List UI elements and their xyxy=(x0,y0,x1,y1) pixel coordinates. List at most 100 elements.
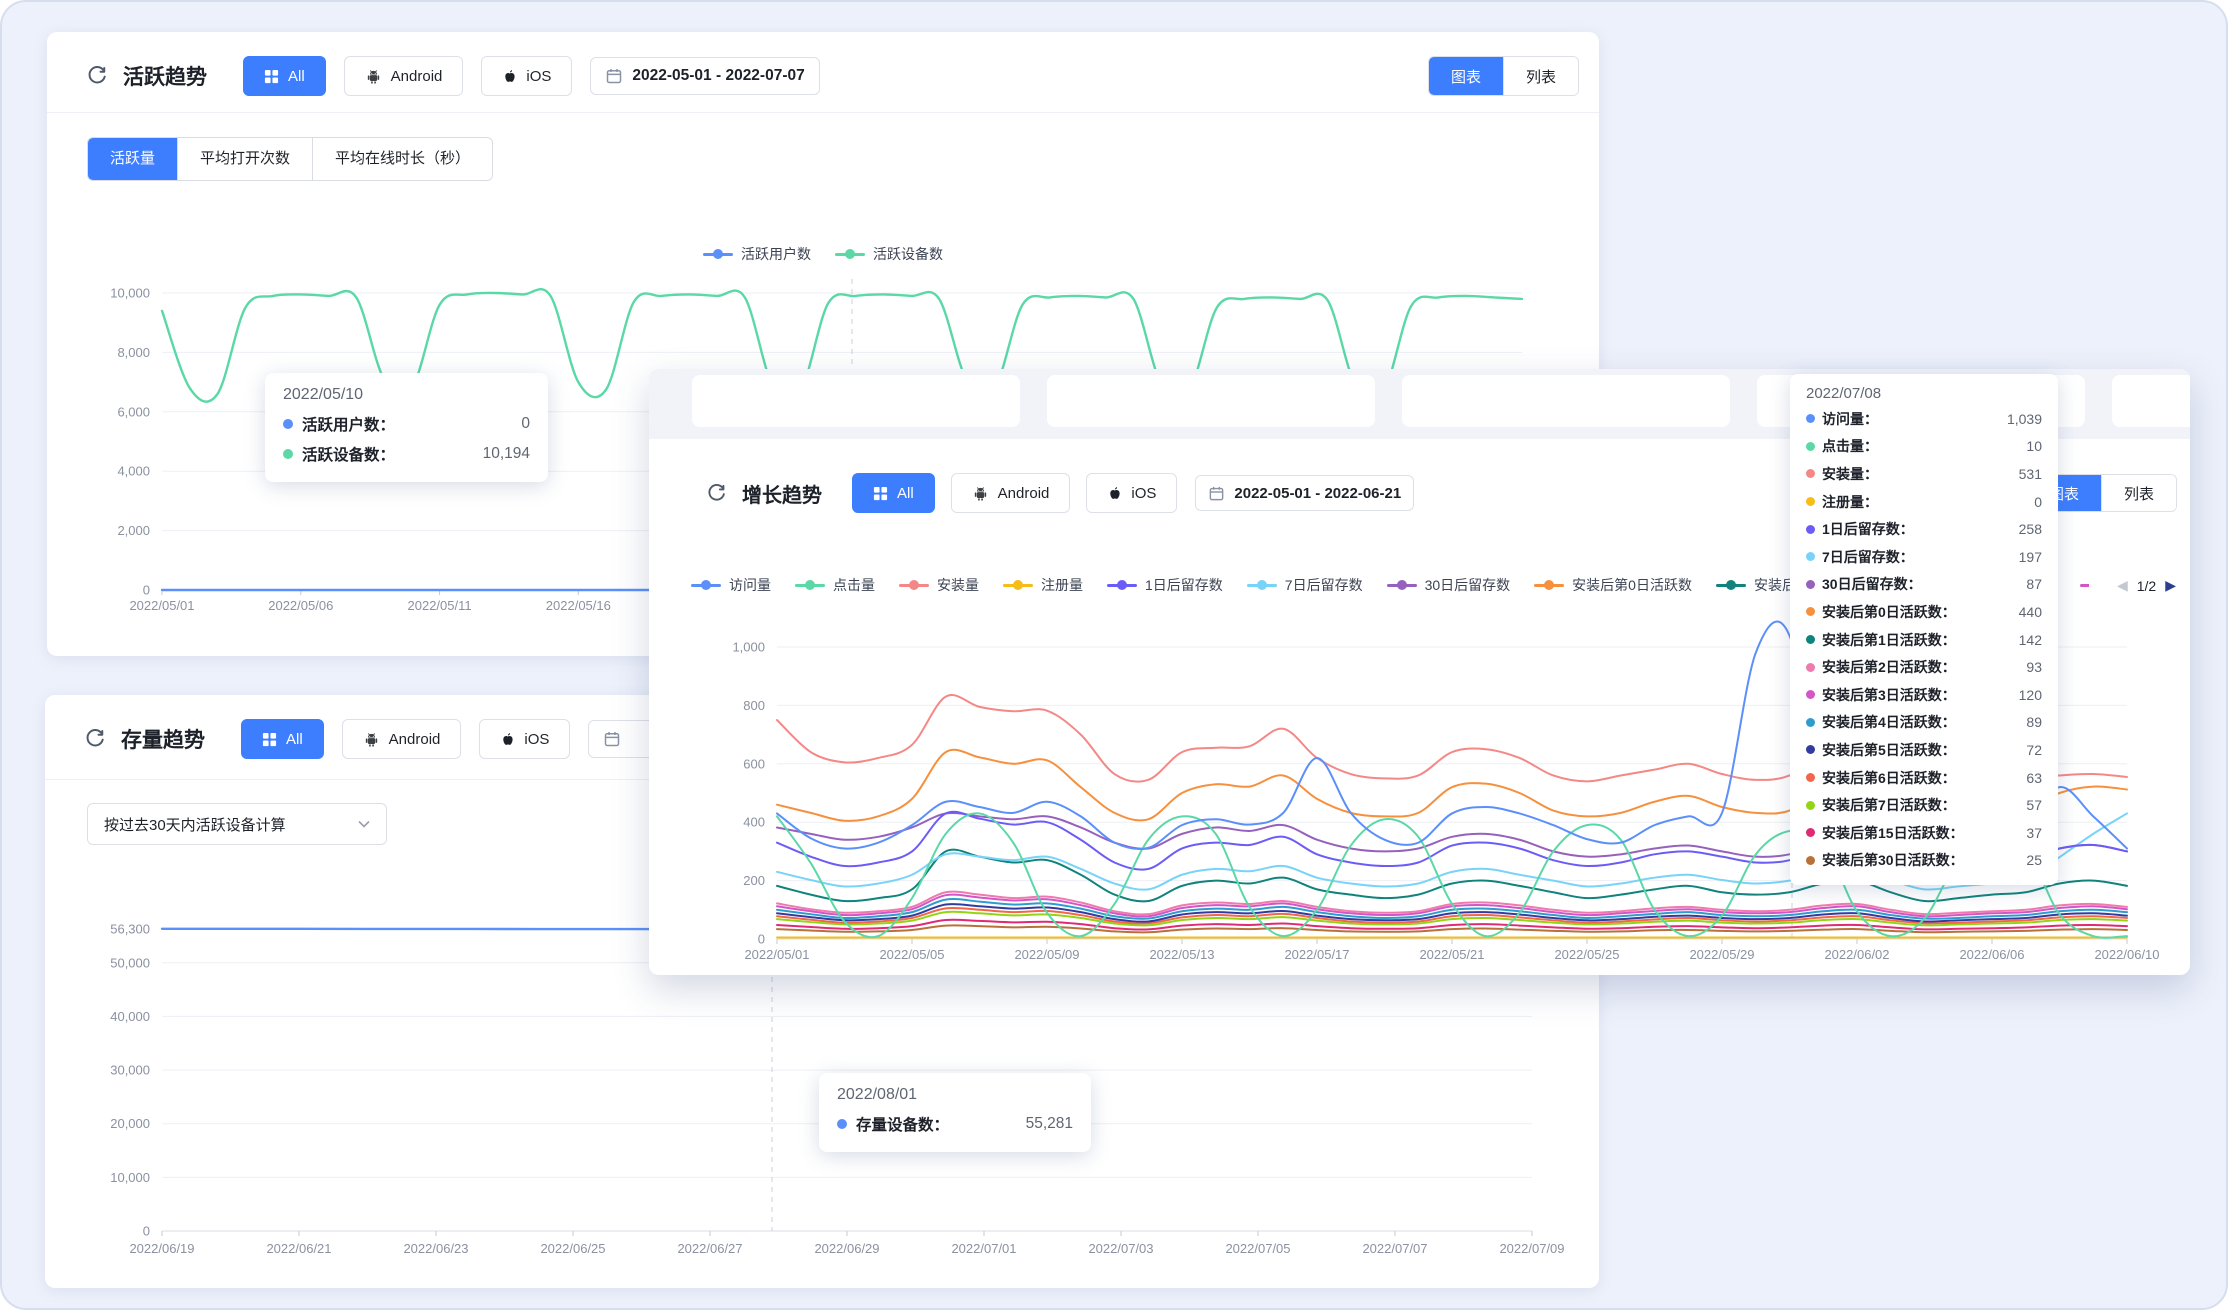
platform-tab-ios[interactable]: iOS xyxy=(479,719,570,759)
date-range-picker[interactable]: 2022-05-01 - 2022-06-21 xyxy=(1195,475,1414,511)
chart-tooltip: 2022/08/01 存量设备数：55,281 xyxy=(819,1073,1091,1152)
legend-item-active-devices[interactable]: 活跃设备数 xyxy=(835,244,943,264)
y-axis-label: 20,000 xyxy=(110,1116,150,1131)
tooltip-row: 安装后第7日活跃数：57 xyxy=(1806,791,2042,819)
series-dot-icon xyxy=(1806,497,1815,506)
next-page-icon[interactable]: ▶ xyxy=(2165,577,2176,594)
platform-tab-label: All xyxy=(288,68,305,85)
legend-item-installs[interactable]: 安装量 xyxy=(899,575,979,595)
tooltip-value: 72 xyxy=(2012,742,2042,758)
legend-item-retain-1d[interactable]: 1日后留存数 xyxy=(1107,575,1223,595)
legend-item-act-day0[interactable]: 安装后第0日活跃数 xyxy=(1534,575,1692,595)
x-axis-label: 2022/06/21 xyxy=(266,1241,331,1256)
tooltip-date: 2022/08/01 xyxy=(837,1086,1073,1104)
tooltip-label: 安装后第30日活跃数： xyxy=(1822,850,1964,870)
x-axis-label: 2022/05/29 xyxy=(1689,947,1754,962)
panel-title: 增长趋势 xyxy=(742,479,822,508)
legend-item-clicks[interactable]: 点击量 xyxy=(795,575,875,595)
refresh-icon[interactable] xyxy=(85,64,109,88)
tooltip-row: 点击量：10 xyxy=(1806,433,2042,461)
view-toggle-list[interactable]: 列表 xyxy=(1503,57,1578,95)
legend-item-retain-30d[interactable]: 30日后留存数 xyxy=(1387,575,1511,595)
legend-item-active-users[interactable]: 活跃用户数 xyxy=(703,244,811,264)
tooltip-label: 存量设备数： xyxy=(856,1113,949,1135)
series-dot-icon xyxy=(1806,718,1815,727)
grid-icon xyxy=(262,732,277,747)
tooltip-label: 点击量： xyxy=(1822,436,1878,456)
x-axis-label: 2022/07/01 xyxy=(951,1241,1016,1256)
platform-tab-label: Android xyxy=(391,68,443,85)
legend-item-act-day3[interactable]: 安装后第3日活跃数 xyxy=(2080,575,2089,595)
tooltip-value: 0 xyxy=(2020,494,2042,510)
platform-tab-all[interactable]: All xyxy=(241,719,324,759)
x-axis-label: 2022/05/25 xyxy=(1554,947,1619,962)
legend-label: 活跃设备数 xyxy=(873,244,943,264)
panel-title: 存量趋势 xyxy=(121,724,205,754)
platform-tab-label: Android xyxy=(998,485,1050,502)
platform-tab-all[interactable]: All xyxy=(243,56,326,96)
refresh-icon[interactable] xyxy=(83,727,107,751)
tooltip-label: 30日后留存数： xyxy=(1822,574,1922,594)
platform-tab-android[interactable]: Android xyxy=(951,473,1071,513)
x-axis-label: 2022/05/16 xyxy=(546,598,611,613)
legend-marker-icon xyxy=(899,579,929,591)
calc-method-value: 按过去30天内活跃设备计算 xyxy=(104,814,286,835)
x-axis-label: 2022/07/07 xyxy=(1362,1241,1427,1256)
tooltip-label: 安装后第0日活跃数： xyxy=(1822,602,1956,622)
x-axis-label: 2022/05/01 xyxy=(744,947,809,962)
tooltip-label: 安装后第2日活跃数： xyxy=(1822,657,1956,677)
chart-legend: 活跃用户数 活跃设备数 xyxy=(47,244,1599,264)
legend-marker-icon xyxy=(1247,579,1277,591)
metric-tab-2[interactable]: 平均在线时长（秒） xyxy=(312,138,492,180)
series-dot-icon xyxy=(1806,745,1815,754)
series-dot-icon xyxy=(1806,525,1815,534)
metric-tab-0[interactable]: 活跃量 xyxy=(88,138,177,180)
date-range-picker[interactable]: 2022-05-01 - 2022-07-07 xyxy=(590,57,819,95)
legend-label: 安装后第0日活跃数 xyxy=(1572,575,1692,595)
platform-tab-label: iOS xyxy=(526,68,551,85)
x-axis-label: 2022/06/10 xyxy=(2094,947,2159,962)
series-dot-icon xyxy=(1806,801,1815,810)
platform-tab-all[interactable]: All xyxy=(852,473,935,513)
series-dot-icon xyxy=(1806,552,1815,561)
legend-item-visits[interactable]: 访问量 xyxy=(691,575,771,595)
tooltip-label: 安装后第3日活跃数： xyxy=(1822,685,1956,705)
stat-card[interactable] xyxy=(1047,375,1375,427)
tooltip-row: 活跃用户数：0 xyxy=(283,409,530,439)
legend-item-registers[interactable]: 注册量 xyxy=(1003,575,1083,595)
prev-page-icon[interactable]: ◀ xyxy=(2117,577,2128,594)
stat-card[interactable] xyxy=(2112,375,2190,427)
legend-marker-icon xyxy=(703,248,733,260)
platform-tab-label: iOS xyxy=(524,731,549,748)
tooltip-row: 安装量：531 xyxy=(1806,460,2042,488)
tooltip-label: 7日后留存数： xyxy=(1822,547,1914,567)
legend-label: 7日后留存数 xyxy=(1285,575,1363,595)
legend-label: 安装量 xyxy=(937,575,979,595)
platform-tab-ios[interactable]: iOS xyxy=(481,56,572,96)
tooltip-value: 0 xyxy=(507,415,530,433)
y-axis-label: 400 xyxy=(743,815,765,830)
y-axis-label: 0 xyxy=(758,932,765,947)
tooltip-row: 安装后第2日活跃数：93 xyxy=(1806,653,2042,681)
x-axis-label: 2022/06/23 xyxy=(403,1241,468,1256)
grid-icon xyxy=(264,69,279,84)
metric-tab-1[interactable]: 平均打开次数 xyxy=(177,138,312,180)
legend-item-retain-7d[interactable]: 7日后留存数 xyxy=(1247,575,1363,595)
legend-marker-icon xyxy=(795,579,825,591)
stat-card[interactable] xyxy=(692,375,1020,427)
tooltip-value: 531 xyxy=(2005,466,2042,482)
platform-tab-android[interactable]: Android xyxy=(342,719,462,759)
platform-tab-ios[interactable]: iOS xyxy=(1086,473,1177,513)
view-toggle-chart[interactable]: 图表 xyxy=(1429,57,1503,95)
android-icon xyxy=(972,485,989,502)
tooltip-value: 440 xyxy=(2005,604,2042,620)
refresh-icon[interactable] xyxy=(704,481,728,505)
view-toggle-list[interactable]: 列表 xyxy=(2101,475,2176,511)
series-dot-icon xyxy=(1806,690,1815,699)
platform-tab-android[interactable]: Android xyxy=(344,56,464,96)
platform-tab-label: Android xyxy=(389,731,441,748)
stat-card[interactable] xyxy=(1402,375,1730,427)
y-axis-label: 10,000 xyxy=(110,1170,150,1185)
calc-method-select[interactable]: 按过去30天内活跃设备计算 xyxy=(87,803,387,845)
chart-tooltip: 2022/05/10 活跃用户数：0活跃设备数：10,194 xyxy=(265,373,548,482)
